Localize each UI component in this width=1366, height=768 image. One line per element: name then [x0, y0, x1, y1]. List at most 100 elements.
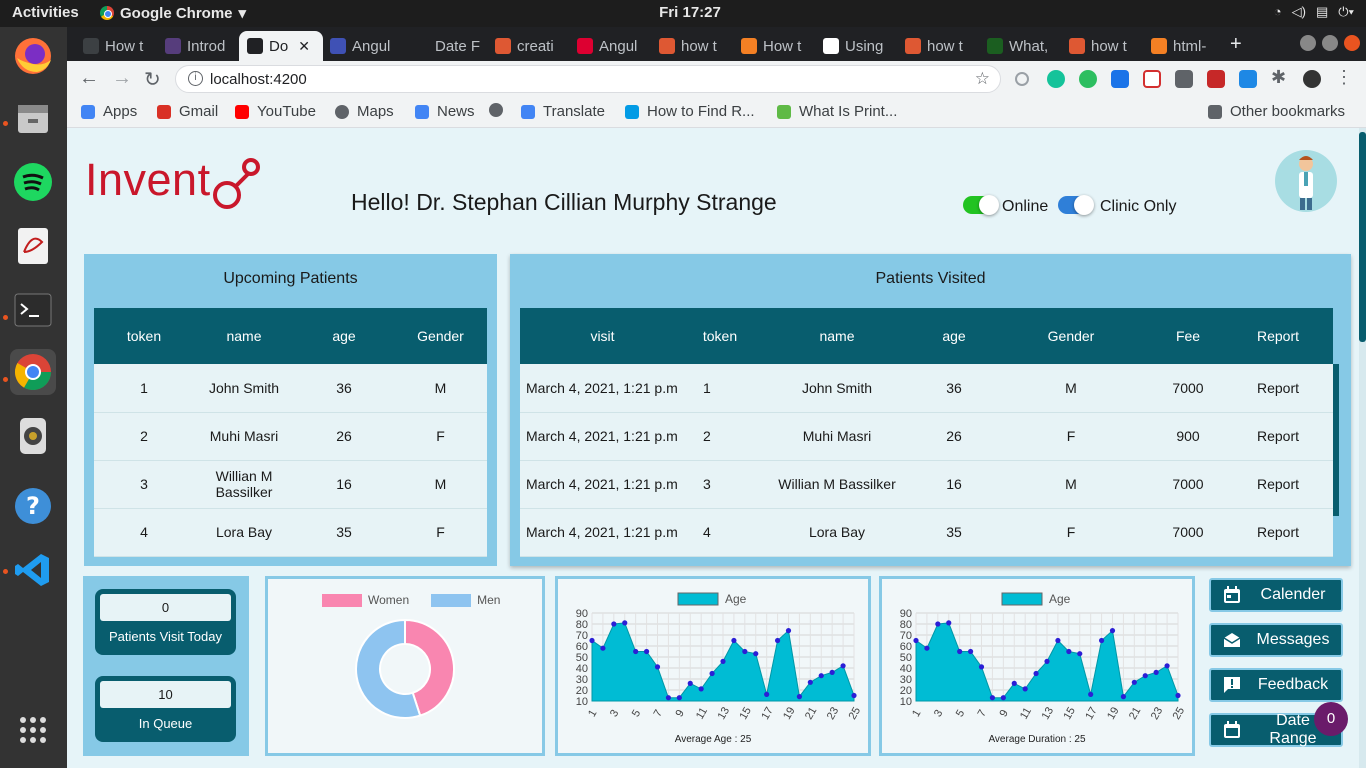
data-point[interactable] [851, 692, 857, 699]
system-tray[interactable]: ◔ ◁) ▤ ⏻▾ [1274, 4, 1354, 20]
browser-tab[interactable]: Date F [405, 31, 485, 61]
online-toggle[interactable] [963, 195, 999, 215]
firefox-icon[interactable] [10, 33, 56, 79]
maximize-button[interactable] [1322, 35, 1338, 51]
data-point[interactable] [1033, 670, 1039, 677]
column-header[interactable]: token [685, 308, 755, 364]
column-header[interactable]: age [919, 308, 989, 364]
help-icon[interactable]: ? [10, 483, 56, 529]
terminal-icon[interactable] [10, 287, 56, 333]
bookmark-item[interactable]: YouTube [235, 103, 316, 120]
zoom-icon[interactable] [1015, 72, 1029, 86]
browser-tab[interactable]: how t [651, 31, 731, 61]
data-point[interactable] [774, 637, 781, 644]
data-point[interactable] [1022, 686, 1028, 692]
legend-label[interactable]: Age [1049, 592, 1071, 606]
grammarly-icon[interactable] [1047, 70, 1065, 88]
data-point[interactable] [654, 664, 661, 670]
bookmark-item[interactable]: How to Find R... [625, 103, 755, 120]
reload-button[interactable]: ↻ [144, 67, 161, 92]
minimize-button[interactable] [1300, 35, 1316, 51]
table-row[interactable]: March 4, 2021, 1:21 p.m 1 John Smith 36 M 700… [520, 364, 1333, 413]
data-point[interactable] [611, 621, 617, 627]
data-point[interactable] [665, 695, 672, 701]
browser-tab[interactable]: Introd [157, 31, 237, 61]
data-point[interactable] [1011, 680, 1017, 686]
data-point[interactable] [720, 658, 726, 664]
data-point[interactable] [1120, 694, 1127, 700]
note-extension-icon[interactable] [1239, 70, 1257, 88]
data-point[interactable] [946, 620, 952, 626]
data-point[interactable] [643, 648, 650, 655]
data-point[interactable] [1088, 691, 1094, 697]
browser-tab[interactable]: Angul [322, 31, 402, 61]
data-point[interactable] [698, 686, 704, 692]
data-point[interactable] [1044, 658, 1050, 664]
vscode-icon[interactable] [10, 547, 56, 593]
clinic-only-toggle[interactable] [1058, 195, 1094, 215]
menu-icon[interactable]: ⋮ [1335, 67, 1353, 87]
data-point[interactable] [978, 664, 985, 670]
document-viewer-icon[interactable] [10, 223, 56, 269]
eyedropper-icon[interactable] [1175, 70, 1193, 88]
data-point[interactable] [1153, 669, 1159, 675]
data-point[interactable] [687, 680, 693, 686]
puzzle-icon[interactable]: ✱ [1271, 67, 1289, 87]
column-header[interactable]: token [94, 308, 194, 364]
table-row[interactable]: 1 John Smith 36 M [94, 364, 487, 413]
table-row[interactable]: 3 Willian M Bassilker 16 M [94, 460, 487, 509]
close-tab-icon[interactable]: ✕ [298, 38, 310, 55]
address-bar[interactable]: i localhost:4200 ☆ [175, 65, 1001, 93]
bookmark-item[interactable]: News [415, 103, 475, 120]
data-point[interactable] [924, 645, 930, 651]
bookmark-item[interactable]: Translate [521, 103, 605, 120]
new-tab-button[interactable]: + [1230, 33, 1242, 56]
data-point[interactable] [1131, 679, 1137, 685]
data-point[interactable] [731, 637, 737, 644]
other-bookmarks[interactable]: Other bookmarks [1208, 103, 1345, 120]
forward-button[interactable]: → [112, 67, 132, 90]
feedback-button[interactable]: Feedback [1209, 668, 1343, 702]
data-point[interactable] [935, 621, 941, 627]
speaker-icon[interactable] [10, 413, 56, 459]
browser-tab[interactable]: html- [1143, 31, 1223, 61]
profile-avatar[interactable] [1303, 70, 1321, 88]
data-point[interactable] [1142, 673, 1148, 679]
column-header[interactable]: Gender [989, 308, 1153, 364]
table-row[interactable]: March 4, 2021, 1:21 p.m 3 Willian M Bassil… [520, 460, 1333, 509]
column-header[interactable]: visit [520, 308, 685, 364]
table-row[interactable]: March 4, 2021, 1:21 p.m 2 Muhi Masri 26 F 900… [520, 412, 1333, 461]
table-scrollbar[interactable] [1333, 364, 1339, 516]
data-point[interactable] [829, 669, 835, 675]
table-row[interactable]: 4 Lora Bay 35 F [94, 508, 487, 557]
calender-button[interactable]: Calender [1209, 578, 1343, 612]
data-point[interactable] [1098, 637, 1105, 644]
plus-extension-icon[interactable] [1143, 70, 1161, 88]
data-point[interactable] [589, 637, 595, 644]
bookmark-item[interactable]: What Is Print... [777, 103, 897, 120]
data-point[interactable] [676, 695, 682, 701]
column-header[interactable]: name [194, 308, 294, 364]
close-window-button[interactable] [1344, 35, 1360, 51]
data-point[interactable] [1077, 651, 1083, 657]
browser-tab[interactable]: how t [897, 31, 977, 61]
data-point[interactable] [1109, 628, 1116, 634]
column-header[interactable]: name [755, 308, 919, 364]
report-link[interactable]: Report [1223, 364, 1333, 413]
data-point[interactable] [764, 691, 770, 697]
data-point[interactable] [742, 648, 748, 655]
back-button[interactable]: ← [79, 67, 99, 90]
bookmark-item[interactable]: Apps [81, 103, 137, 120]
browser-tab[interactable]: How t [733, 31, 813, 61]
activities-button[interactable]: Activities [12, 4, 79, 21]
browser-tab[interactable]: how t [1061, 31, 1141, 61]
site-info-icon[interactable]: i [188, 71, 203, 86]
data-point[interactable] [967, 648, 974, 655]
evernote-icon[interactable] [1079, 70, 1097, 88]
browser-tab[interactable]: What, [979, 31, 1059, 61]
column-header[interactable]: age [294, 308, 394, 364]
data-point[interactable] [913, 637, 919, 644]
table-row[interactable]: 2 Muhi Masri 26 F [94, 412, 487, 461]
clock[interactable]: Fri 17:27 [640, 4, 740, 21]
browser-tab[interactable]: Angul [569, 31, 649, 61]
